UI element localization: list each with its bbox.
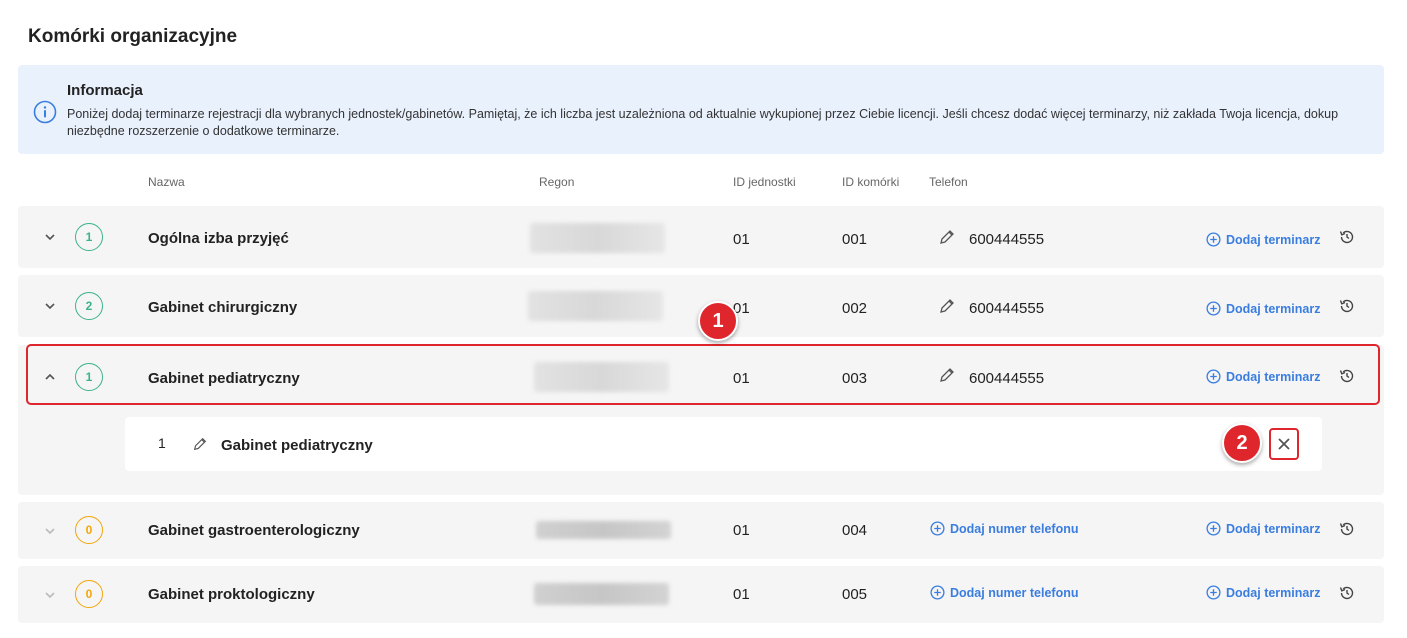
history-icon[interactable] — [1338, 367, 1356, 385]
plus-circle-icon — [1206, 232, 1221, 247]
chevron-down-icon[interactable] — [42, 229, 58, 245]
history-icon[interactable] — [1338, 228, 1356, 246]
schedule-count-badge: 2 — [75, 292, 103, 320]
schedule-name: Gabinet pediatryczny — [221, 437, 373, 454]
schedule-count-badge: 1 — [75, 223, 103, 251]
table-row-expanded: 1 Gabinet pediatryczny 01 003 600444555 … — [18, 345, 1384, 495]
cell-id: 004 — [842, 522, 868, 539]
regon-blurred — [536, 521, 671, 539]
schedule-count-badge: 1 — [75, 363, 103, 391]
annotation-marker-1: 1 — [698, 301, 738, 341]
chevron-down-icon[interactable] — [42, 523, 58, 539]
cell-id: 005 — [842, 586, 868, 603]
plus-circle-icon — [1206, 521, 1221, 536]
cell-id: 003 — [842, 370, 868, 387]
remove-schedule-button[interactable] — [1269, 428, 1299, 460]
chevron-up-icon[interactable] — [42, 369, 58, 385]
pencil-icon[interactable] — [938, 297, 956, 315]
column-header-name: Nazwa — [148, 175, 185, 189]
cell-id: 002 — [842, 300, 868, 317]
phone-number: 600444555 — [969, 231, 1045, 248]
info-text: Poniżej dodaj terminarze rejestracji dla… — [67, 107, 1339, 138]
pencil-icon[interactable] — [938, 228, 956, 246]
chevron-down-icon[interactable] — [42, 298, 58, 314]
cell-id: 001 — [842, 231, 868, 248]
add-phone-button[interactable]: Dodaj numer telefonu — [930, 585, 1078, 600]
close-icon — [1278, 438, 1290, 450]
regon-blurred — [534, 362, 669, 392]
unit-id: 01 — [733, 586, 750, 603]
plus-circle-icon — [1206, 301, 1221, 316]
regon-blurred — [534, 583, 669, 605]
regon-blurred — [530, 223, 665, 253]
add-phone-button[interactable]: Dodaj numer telefonu — [930, 521, 1078, 536]
add-schedule-button[interactable]: Dodaj terminarz — [1206, 585, 1320, 600]
table-row: 0 Gabinet proktologiczny 01 005 Dodaj nu… — [18, 566, 1384, 623]
add-schedule-button[interactable]: Dodaj terminarz — [1206, 369, 1320, 384]
add-schedule-label: Dodaj terminarz — [1226, 521, 1321, 536]
info-box: Informacja Poniżej dodaj terminarze reje… — [18, 65, 1384, 154]
table-row: 0 Gabinet gastroenterologiczny 01 004 Do… — [18, 502, 1384, 559]
row-name: Gabinet proktologiczny — [148, 586, 315, 603]
history-icon[interactable] — [1338, 520, 1356, 538]
info-title: Informacja — [67, 82, 143, 99]
plus-circle-icon — [930, 521, 945, 536]
phone-number: 600444555 — [969, 370, 1045, 387]
column-header-regon: Regon — [539, 175, 575, 189]
schedule-count-badge: 0 — [75, 580, 103, 608]
schedule-number: 1 — [158, 435, 166, 451]
add-schedule-button[interactable]: Dodaj terminarz — [1206, 521, 1320, 536]
pencil-icon[interactable] — [192, 436, 208, 452]
history-icon[interactable] — [1338, 584, 1356, 602]
plus-circle-icon — [930, 585, 945, 600]
column-header-phone: Telefon — [929, 175, 968, 189]
column-header-cell-id: ID komórki — [842, 175, 900, 189]
info-icon — [33, 100, 57, 124]
unit-id: 01 — [733, 231, 750, 248]
add-schedule-button[interactable]: Dodaj terminarz — [1206, 232, 1320, 247]
add-schedule-label: Dodaj terminarz — [1226, 301, 1321, 316]
row-name: Gabinet gastroenterologiczny — [148, 522, 360, 539]
row-name: Gabinet chirurgiczny — [148, 299, 298, 316]
history-icon[interactable] — [1338, 297, 1356, 315]
add-schedule-label: Dodaj terminarz — [1226, 369, 1321, 384]
table-row: 1 Ogólna izba przyjęć 01 001 600444555 D… — [18, 206, 1384, 268]
row-name: Ogólna izba przyjęć — [148, 230, 289, 247]
schedule-count-badge: 0 — [75, 516, 103, 544]
pencil-icon[interactable] — [938, 366, 956, 384]
add-schedule-label: Dodaj terminarz — [1226, 232, 1321, 247]
chevron-down-icon[interactable] — [42, 587, 58, 603]
annotation-marker-2: 2 — [1222, 423, 1262, 463]
add-phone-label: Dodaj numer telefonu — [950, 585, 1079, 600]
add-schedule-label: Dodaj terminarz — [1226, 585, 1321, 600]
add-schedule-button[interactable]: Dodaj terminarz — [1206, 301, 1320, 316]
unit-id: 01 — [733, 370, 750, 387]
plus-circle-icon — [1206, 585, 1221, 600]
phone-number: 600444555 — [969, 300, 1045, 317]
column-header-unit-id: ID jednostki — [733, 175, 796, 189]
schedule-item: 1 Gabinet pediatryczny — [125, 417, 1322, 471]
row-name: Gabinet pediatryczny — [148, 370, 300, 387]
plus-circle-icon — [1206, 369, 1221, 384]
page-title: Komórki organizacyjne — [28, 26, 238, 47]
add-phone-label: Dodaj numer telefonu — [950, 521, 1079, 536]
regon-blurred — [528, 291, 663, 321]
unit-id: 01 — [733, 522, 750, 539]
